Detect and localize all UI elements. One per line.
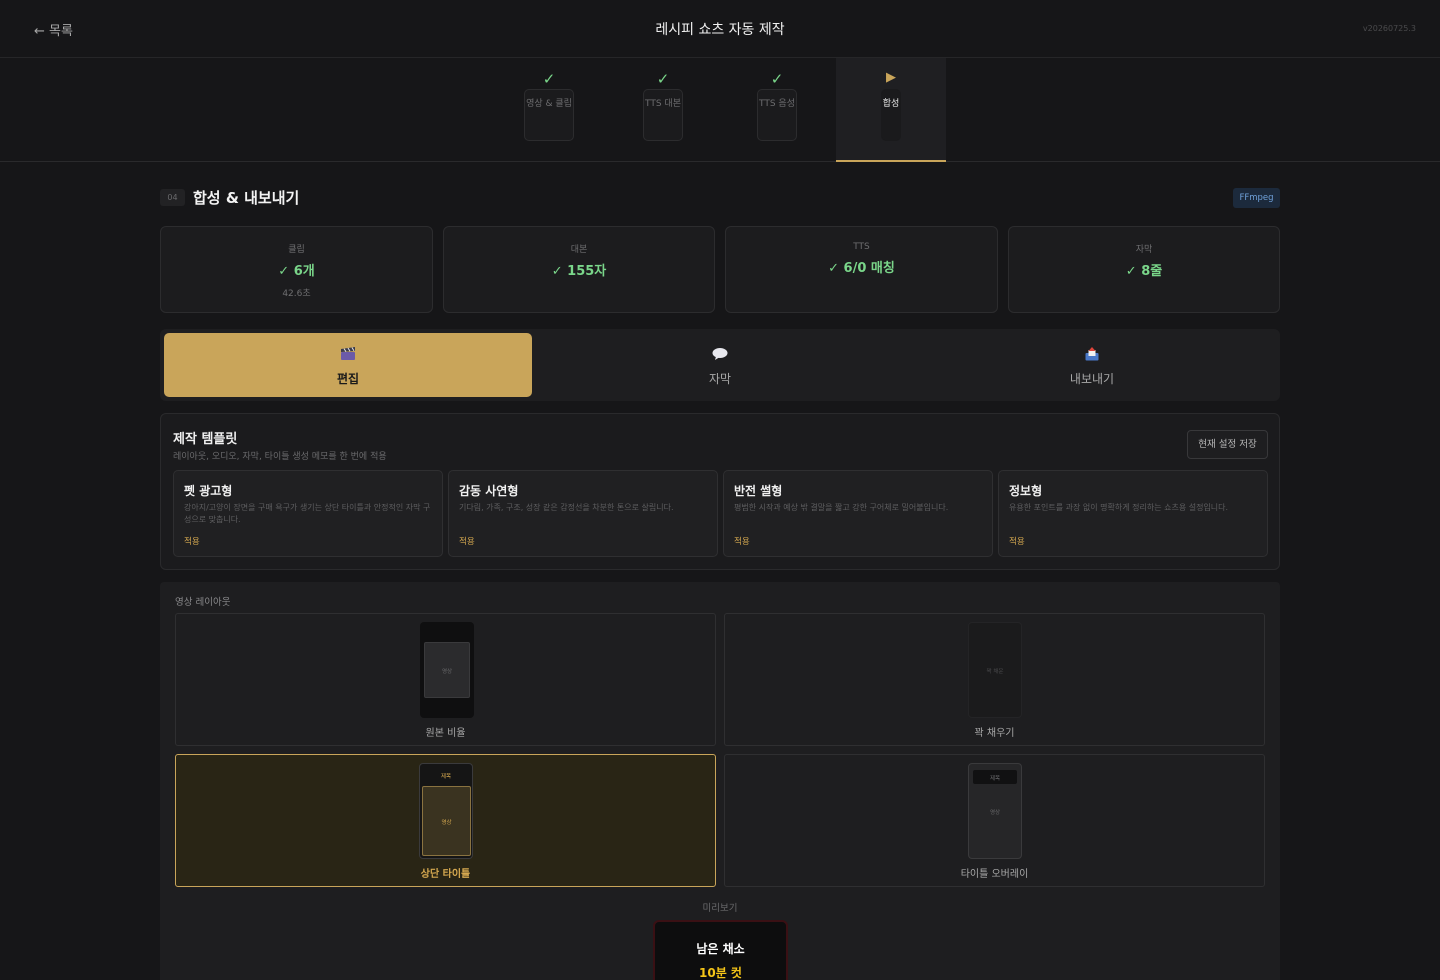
stat-key: 클립 xyxy=(288,245,305,255)
template-apply-button[interactable]: 적용 xyxy=(734,535,750,547)
template-card-pet-ad[interactable]: 펫 광고형 강아지/고양이 장면을 구매 욕구가 생기는 상단 타이틀과 안정적… xyxy=(173,470,443,557)
layout-option-name: 원본 비율 xyxy=(425,728,466,739)
template-desc: 기다림, 가족, 구조, 성장 같은 감정선을 차분한 톤으로 살립니다. xyxy=(459,503,674,512)
version-label: v20260725.3 xyxy=(1362,24,1416,33)
stat-value: ✓ 6/0 매칭 xyxy=(828,261,895,276)
layout-option-fill[interactable]: 꽉 채운 꽉 채우기 xyxy=(724,613,1265,746)
template-apply-button[interactable]: 적용 xyxy=(1009,535,1025,547)
template-panel: 제작 템플릿 레이아웃, 오디오, 자막, 타이틀 생성 메모를 한 번에 적용… xyxy=(160,413,1280,570)
stat-sub: 42.6초 xyxy=(282,289,311,299)
layout-title-tag: 제목 xyxy=(440,774,452,780)
clapperboard-icon xyxy=(341,347,355,360)
tab-export[interactable]: 내보내기 xyxy=(908,333,1276,397)
tab-label: 자막 xyxy=(708,372,732,386)
step-compose[interactable]: ▶ 합성 xyxy=(836,58,946,162)
step-label: 영상 & 클립 xyxy=(526,99,572,109)
layout-option-original-ratio[interactable]: 영상 원본 비율 xyxy=(175,613,716,746)
mode-tabs: 편집 자막 내보내기 xyxy=(160,329,1280,401)
layout-video-text: 영상 xyxy=(441,669,453,675)
template-name: 감동 사연형 xyxy=(459,484,519,498)
engine-badge: FFmpeg xyxy=(1233,188,1280,208)
stat-value: ✓ 8줄 xyxy=(1125,264,1163,279)
save-current-settings-button[interactable]: 현재 설정 저장 xyxy=(1187,430,1268,459)
layout-video-area: 영상 xyxy=(422,786,471,856)
template-apply-button[interactable]: 적용 xyxy=(459,535,475,547)
check-icon: ✓ xyxy=(656,70,670,88)
layout-title-bar: 제목 xyxy=(973,770,1017,784)
section-number: 04 xyxy=(160,189,185,206)
check-icon: ✓ xyxy=(542,70,556,88)
template-name: 펫 광고형 xyxy=(184,484,233,498)
preview-title-line2: 10분 컷 xyxy=(699,966,742,980)
step-tts-script[interactable]: ✓ TTS 대본 xyxy=(643,58,683,162)
tab-label: 내보내기 xyxy=(1069,372,1115,386)
template-panel-subtitle: 레이아웃, 오디오, 자막, 타이틀 생성 메모를 한 번에 적용 xyxy=(173,452,387,462)
step-label: 합성 xyxy=(882,99,900,109)
layout-video-text: 영상 xyxy=(441,820,452,826)
stat-card-script: 대본 ✓ 155자 xyxy=(443,226,715,313)
layout-video-text: 꽉 채운 xyxy=(986,669,1004,675)
step-label: TTS 음성 xyxy=(759,99,795,109)
layout-video-text: 영상 xyxy=(989,810,1001,816)
step-tts-voice[interactable]: ✓ TTS 음성 xyxy=(757,58,797,162)
stat-key: TTS xyxy=(853,242,870,252)
template-name: 반전 썰형 xyxy=(734,484,783,498)
layout-option-top-title[interactable]: 제목 영상 상단 타이틀 xyxy=(175,754,716,887)
speech-bubble-icon xyxy=(712,348,728,360)
page-title: 레시피 쇼츠 자동 제작 xyxy=(655,22,785,38)
template-desc: 유용한 포인트를 과장 없이 명확하게 정리하는 쇼츠용 설정입니다. xyxy=(1009,503,1229,512)
template-apply-button[interactable]: 적용 xyxy=(184,535,200,547)
stat-key: 자막 xyxy=(1135,245,1153,255)
layout-phone-mockup: 영상 xyxy=(420,622,474,718)
layout-phone-mockup: 제목 영상 xyxy=(968,763,1022,859)
layout-phone-mockup: 꽉 채운 xyxy=(968,622,1022,718)
layout-option-name: 꽉 채우기 xyxy=(974,728,1015,739)
template-name: 정보형 xyxy=(1009,484,1043,498)
tab-label: 편집 xyxy=(336,372,360,386)
outbox-tray-icon xyxy=(1085,347,1099,361)
layout-phone-mockup: 제목 영상 xyxy=(419,763,473,859)
layout-section-label: 영상 레이아웃 xyxy=(175,597,231,608)
tab-subtitles[interactable]: 자막 xyxy=(536,333,904,397)
layout-option-title-overlay[interactable]: 제목 영상 타이틀 오버레이 xyxy=(724,754,1265,887)
play-icon: ▶ xyxy=(886,70,896,85)
template-panel-title: 제작 템플릿 xyxy=(173,432,238,447)
template-desc: 강아지/고양이 장면을 구매 욕구가 생기는 상단 타이틀과 안정적인 자막 구… xyxy=(184,503,431,524)
tab-edit[interactable]: 편집 xyxy=(164,333,532,397)
layout-video-area: 영상 xyxy=(424,642,470,698)
template-card-twist-story[interactable]: 반전 썰형 평범한 시작과 예상 밖 결말을 짧고 강한 구어체로 밀어붙입니다… xyxy=(723,470,993,557)
step-progress: ✓ 영상 & 클립 ✓ TTS 대본 ✓ TTS 음성 ▶ 합성 xyxy=(0,58,1440,162)
layout-panel: 영상 레이아웃 영상 원본 비율 꽉 채운 꽉 채우기 제목 영상 상단 타이틀… xyxy=(160,582,1280,980)
template-card-touching-story[interactable]: 감동 사연형 기다림, 가족, 구조, 성장 같은 감정선을 차분한 톤으로 살… xyxy=(448,470,718,557)
template-desc: 평범한 시작과 예상 밖 결말을 짧고 강한 구어체로 밀어붙입니다. xyxy=(734,503,949,512)
template-card-info[interactable]: 정보형 유용한 포인트를 과장 없이 명확하게 정리하는 쇼츠용 설정입니다. … xyxy=(998,470,1268,557)
check-icon: ✓ xyxy=(770,70,784,88)
step-video-clips[interactable]: ✓ 영상 & 클립 xyxy=(524,58,574,162)
stat-card-subtitles: 자막 ✓ 8줄 xyxy=(1008,226,1280,313)
preview-label: 미리보기 xyxy=(702,903,738,914)
stat-value: ✓ 6개 xyxy=(278,264,315,279)
stat-card-clips: 클립 ✓ 6개 42.6초 xyxy=(160,226,433,313)
preview-title-line1: 남은 채소 xyxy=(696,942,745,956)
layout-option-name: 상단 타이틀 xyxy=(420,869,471,880)
preview-phone: 남은 채소 10분 컷 xyxy=(653,920,788,980)
layout-title-tag: 제목 xyxy=(989,776,1001,782)
stat-card-tts: TTS ✓ 6/0 매칭 xyxy=(725,226,998,313)
stat-key: 대본 xyxy=(570,245,588,255)
top-bar: ← 목록 레시피 쇼츠 자동 제작 v20260725.3 xyxy=(0,0,1440,58)
section-title: 합성 & 내보내기 xyxy=(193,189,300,207)
step-label: TTS 대본 xyxy=(645,99,681,109)
stat-value: ✓ 155자 xyxy=(551,264,607,279)
layout-option-name: 타이틀 오버레이 xyxy=(960,869,1029,880)
